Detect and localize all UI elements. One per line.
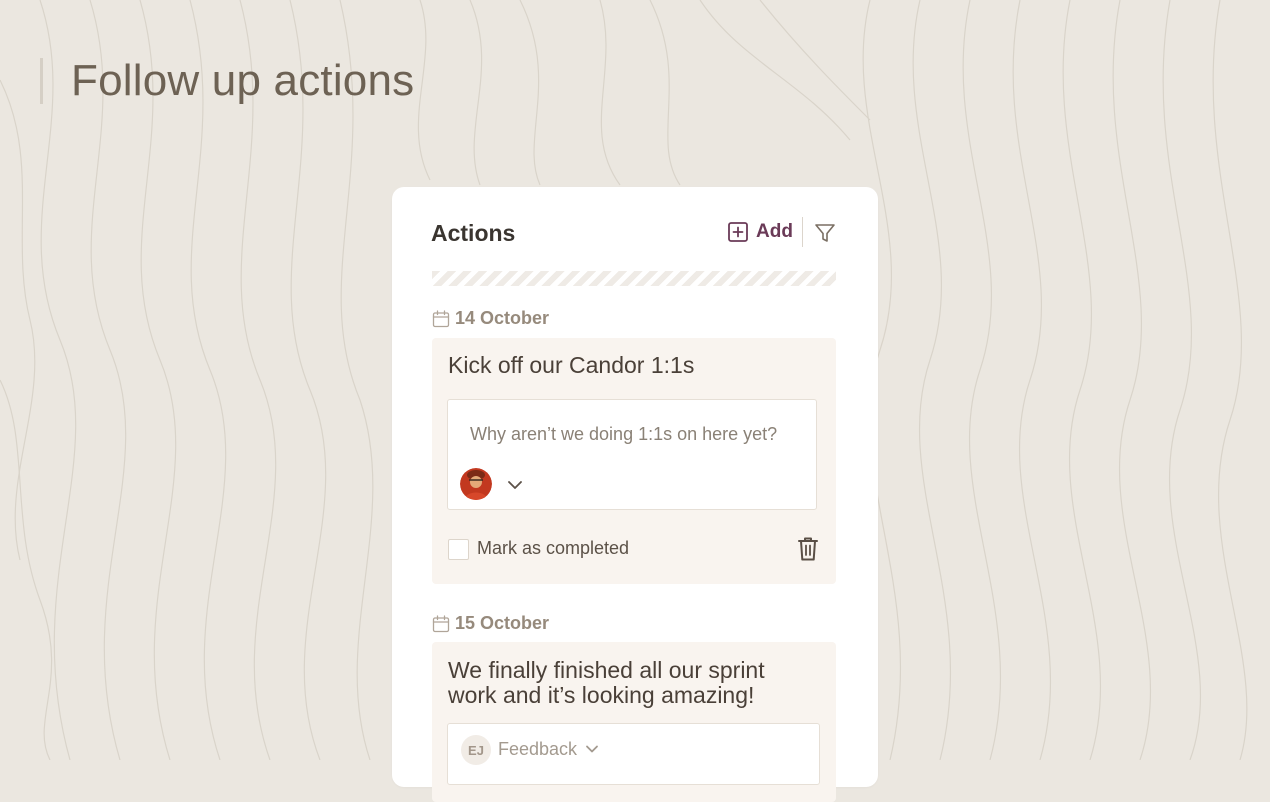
- card-header: Actions Add: [431, 217, 836, 251]
- assignee-initials-avatar[interactable]: EJ: [461, 735, 491, 765]
- date-heading: 15 October: [432, 613, 549, 634]
- feedback-type-label[interactable]: Feedback: [498, 739, 577, 760]
- filter-icon[interactable]: [814, 222, 836, 244]
- chevron-down-icon[interactable]: [584, 741, 600, 757]
- date-label: 15 October: [455, 613, 550, 633]
- actions-card: Actions Add 14 October Kick off our Cand…: [392, 187, 878, 802]
- complete-checkbox[interactable]: [448, 539, 469, 560]
- chevron-down-icon[interactable]: [506, 476, 524, 494]
- page-header: Follow up actions: [40, 56, 415, 105]
- calendar-icon: [432, 614, 450, 632]
- date-heading: 14 October: [432, 308, 549, 329]
- avatar[interactable]: [460, 468, 492, 500]
- avatar-image: [460, 468, 492, 500]
- action-item: We finally finished all our sprint work …: [432, 642, 836, 802]
- add-label: Add: [756, 221, 793, 242]
- header-divider: [802, 217, 803, 247]
- complete-label: Mark as completed: [477, 538, 630, 558]
- comment-input[interactable]: Why aren’t we doing 1:1s on here yet?: [470, 424, 777, 445]
- add-action-button[interactable]: Add: [727, 221, 793, 243]
- feedback-box: EJ Feedback: [447, 723, 820, 785]
- date-label: 14 October: [455, 308, 550, 328]
- hatched-divider: [432, 271, 836, 286]
- calendar-icon: [432, 309, 450, 327]
- comment-box: Why aren’t we doing 1:1s on here yet?: [447, 399, 817, 510]
- trash-icon[interactable]: [796, 536, 820, 562]
- plus-square-icon: [728, 222, 748, 242]
- action-title[interactable]: Kick off our Candor 1:1s: [448, 353, 694, 378]
- card-title: Actions: [431, 220, 516, 246]
- action-item: Kick off our Candor 1:1s Why aren’t we d…: [432, 338, 836, 584]
- action-title-line-1[interactable]: We finally finished all our sprint: [448, 658, 765, 683]
- action-title-line-2[interactable]: work and it’s looking amazing!: [448, 683, 754, 708]
- page-title: Follow up actions: [71, 56, 415, 105]
